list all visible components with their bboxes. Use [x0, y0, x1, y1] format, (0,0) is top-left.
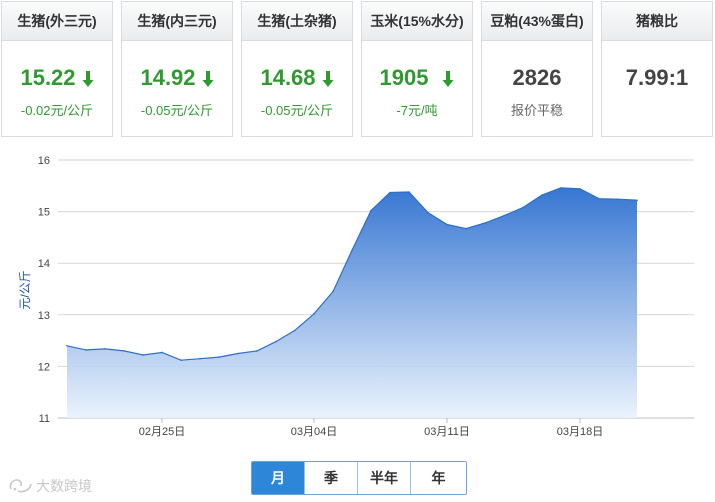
card-change: -7元/吨 [396, 103, 438, 118]
data-point [313, 312, 315, 315]
data-point [66, 344, 68, 347]
data-point [446, 223, 448, 226]
data-point [275, 340, 277, 343]
card-title: 生猪(外三元) [2, 2, 112, 41]
data-point [218, 356, 220, 358]
down-arrow-icon [202, 71, 214, 88]
y-axis-label: 元/公斤 [18, 270, 32, 309]
data-point [484, 222, 486, 224]
data-point [351, 249, 353, 252]
price-chart: 11 12 13 14 15 16 02月25日 03月04日 03月11日 03月18日 元/… [0, 150, 715, 450]
data-point [522, 206, 524, 209]
card-change: -0.02元/公斤 [20, 103, 94, 118]
price-value: 2826 [512, 65, 562, 90]
down-arrow-icon [442, 71, 454, 88]
card-title: 生猪(内三元) [122, 2, 232, 41]
y-tick-label: 11 [39, 413, 50, 425]
chart-svg: 11 12 13 14 15 16 02月25日 03月04日 03月11日 03月18日 元/… [18, 155, 694, 438]
y-tick-label: 16 [38, 155, 50, 167]
card-price: 2826 [482, 65, 592, 91]
price-value: 14.68 [260, 65, 316, 90]
down-arrow-icon [82, 71, 94, 88]
logo-icon [9, 479, 32, 493]
y-axis-ticks: 11 12 13 14 15 16 [38, 155, 50, 425]
data-point [408, 191, 410, 193]
y-tick-label: 12 [38, 361, 50, 373]
down-arrow-icon [322, 71, 334, 88]
card-price: 15.22 [2, 65, 112, 91]
card-change: -0.05元/公斤 [260, 103, 334, 118]
data-point [237, 352, 239, 355]
card-title: 玉米(15%水分) [362, 2, 472, 41]
card-pig-native: 生猪(土杂猪) 14.68 -0.05元/公斤 [241, 1, 353, 137]
card-title: 豆粕(43%蛋白) [482, 2, 592, 41]
data-point [617, 198, 619, 201]
data-point [161, 351, 163, 354]
card-change: 报价平稳 [510, 103, 563, 118]
card-soymeal: 豆粕(43%蛋白) 2826 报价平稳 [481, 1, 593, 137]
data-point [427, 211, 429, 214]
card-price: 1905 [362, 65, 472, 91]
data-point [85, 349, 87, 351]
range-button-quarter[interactable]: 季 [305, 462, 358, 494]
x-axis-ticks: 02月25日 03月04日 03月11日 03月18日 [139, 418, 603, 438]
data-point [465, 227, 467, 230]
card-title: 生猪(土杂猪) [242, 2, 352, 41]
data-point [370, 209, 372, 212]
card-price: 14.68 [242, 65, 352, 91]
y-tick-label: 15 [38, 207, 50, 219]
range-button-half-year[interactable]: 半年 [358, 462, 411, 494]
range-button-year[interactable]: 年 [411, 462, 466, 494]
data-point [332, 290, 334, 293]
data-point [123, 350, 125, 352]
y-tick-label: 13 [38, 310, 50, 322]
data-point [104, 348, 106, 350]
price-value: 14.92 [140, 65, 196, 90]
watermark-text: 大数跨境 [36, 478, 92, 494]
data-point [541, 194, 543, 196]
price-value: 1905 [379, 65, 429, 90]
x-tick-label: 02月25日 [139, 426, 185, 438]
x-tick-label: 03月11日 [424, 426, 470, 438]
data-point [142, 354, 144, 356]
data-point [256, 350, 258, 352]
range-selector: 月 季 半年 年 [251, 461, 467, 495]
card-price: 14.92 [122, 65, 232, 91]
x-tick-label: 03月18日 [557, 426, 603, 438]
card-change: -0.05元/公斤 [140, 103, 214, 118]
price-area [67, 187, 637, 418]
data-point [294, 329, 296, 332]
data-point [636, 199, 638, 202]
card-corn: 玉米(15%水分) 1905 -7元/吨 [361, 1, 473, 137]
price-cards: 生猪(外三元) 15.22 -0.02元/公斤 生猪(内三元) 14.92 -0… [0, 0, 715, 150]
card-pig-inner: 生猪(内三元) 14.92 -0.05元/公斤 [121, 1, 233, 137]
y-tick-label: 14 [38, 258, 50, 270]
range-button-month[interactable]: 月 [252, 462, 305, 494]
data-point [598, 197, 600, 200]
data-point [180, 359, 182, 362]
data-point [579, 188, 581, 190]
data-point [389, 191, 391, 194]
data-point [503, 214, 505, 217]
data-point [199, 357, 201, 360]
card-pig-grain-ratio: 猪粮比 7.99:1 [601, 1, 713, 137]
card-title: 猪粮比 [602, 2, 712, 41]
card-price: 7.99:1 [602, 65, 712, 91]
x-tick-label: 03月04日 [291, 426, 337, 438]
price-value: 15.22 [20, 65, 76, 90]
card-pig-outer: 生猪(外三元) 15.22 -0.02元/公斤 [1, 1, 113, 137]
price-value: 7.99:1 [625, 65, 689, 90]
watermark: 大数跨境 [8, 476, 92, 496]
data-point [560, 187, 562, 189]
